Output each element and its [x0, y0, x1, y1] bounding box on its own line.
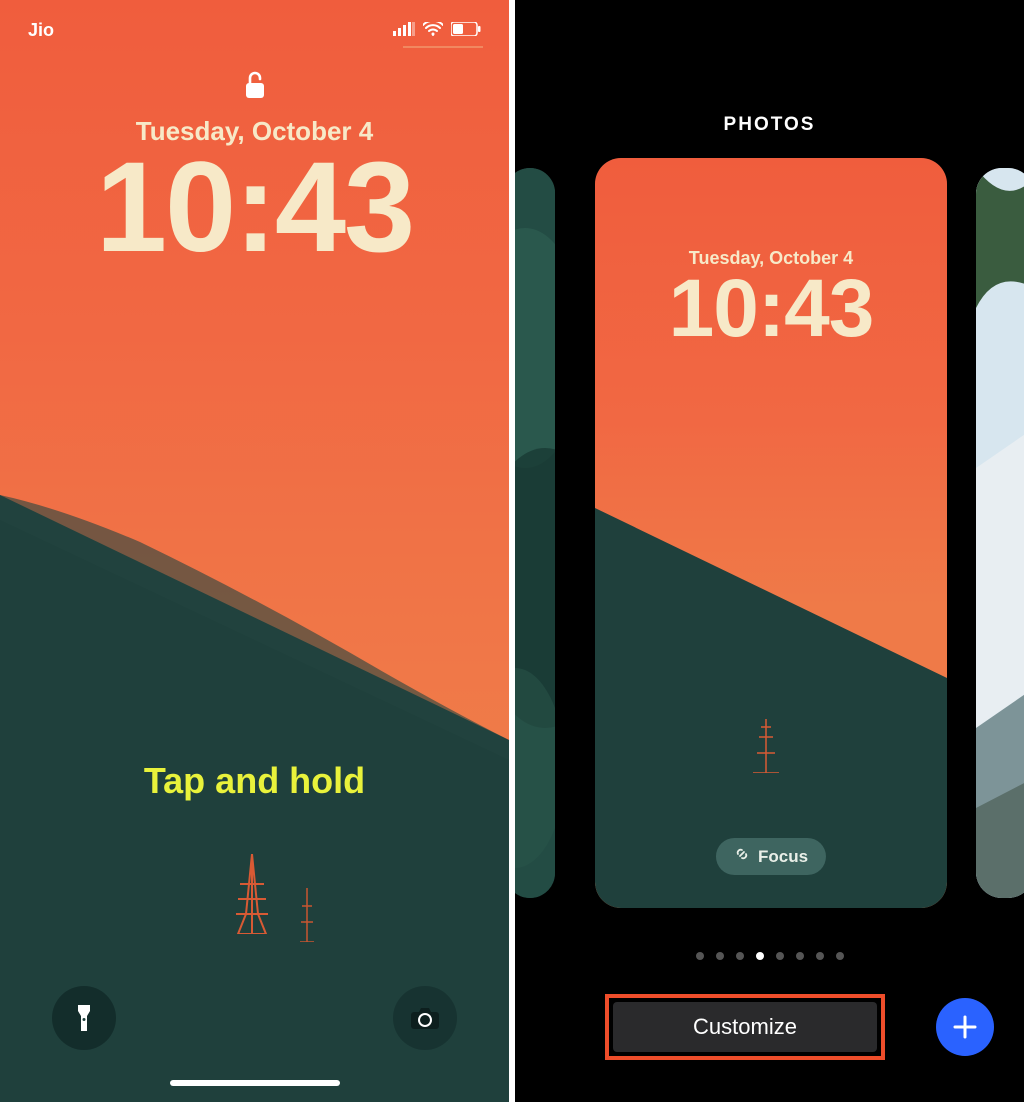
pager-dot-active [756, 952, 764, 960]
customize-label: Customize [693, 1014, 797, 1040]
pager-dot [736, 952, 744, 960]
tower-silhouette-mini [753, 719, 779, 778]
pager-dot [776, 952, 784, 960]
wallpaper-card-current[interactable]: Tuesday, October 4 10:43 Focus [595, 158, 947, 908]
tower-silhouette [232, 854, 272, 934]
flashlight-button[interactable] [52, 986, 116, 1050]
focus-label: Focus [758, 847, 808, 867]
pager-dot [696, 952, 704, 960]
focus-button[interactable]: Focus [716, 838, 826, 875]
plus-icon [952, 1014, 978, 1040]
cellular-signal-icon [393, 20, 415, 41]
wallpaper-gallery-screen: PHOTOS Tuesday, October 4 10:43 [515, 0, 1024, 1102]
pager-dot [816, 952, 824, 960]
pager-dot [716, 952, 724, 960]
link-icon [734, 846, 750, 867]
wifi-icon [423, 20, 443, 41]
battery-icon [451, 20, 481, 41]
carrier-label: Jio [28, 20, 54, 41]
pager-dot [836, 952, 844, 960]
wallpaper-card-next[interactable] [976, 168, 1024, 898]
lock-screen[interactable]: Jio Tuesday, October 4 10:43 Tap and hol… [0, 0, 509, 1102]
home-indicator[interactable] [170, 1080, 340, 1086]
status-bar: Jio [0, 0, 509, 60]
lock-screen-time: 10:43 [0, 138, 509, 279]
pager-dot [796, 952, 804, 960]
card-time: 10:43 [595, 266, 947, 352]
add-wallpaper-button[interactable] [936, 998, 994, 1056]
status-underline [403, 46, 483, 48]
unlocked-icon [243, 70, 267, 105]
wallpaper-carousel[interactable]: Tuesday, October 4 10:43 Focus [515, 158, 1024, 928]
gallery-title: PHOTOS [515, 114, 1024, 136]
customize-highlight: Customize [605, 994, 885, 1060]
camera-button[interactable] [393, 986, 457, 1050]
tower-silhouette-small [300, 888, 314, 942]
page-indicator [515, 952, 1024, 960]
wallpaper-card-previous[interactable] [515, 168, 555, 898]
instruction-overlay: Tap and hold [0, 760, 509, 802]
customize-button[interactable]: Customize [613, 1002, 877, 1052]
